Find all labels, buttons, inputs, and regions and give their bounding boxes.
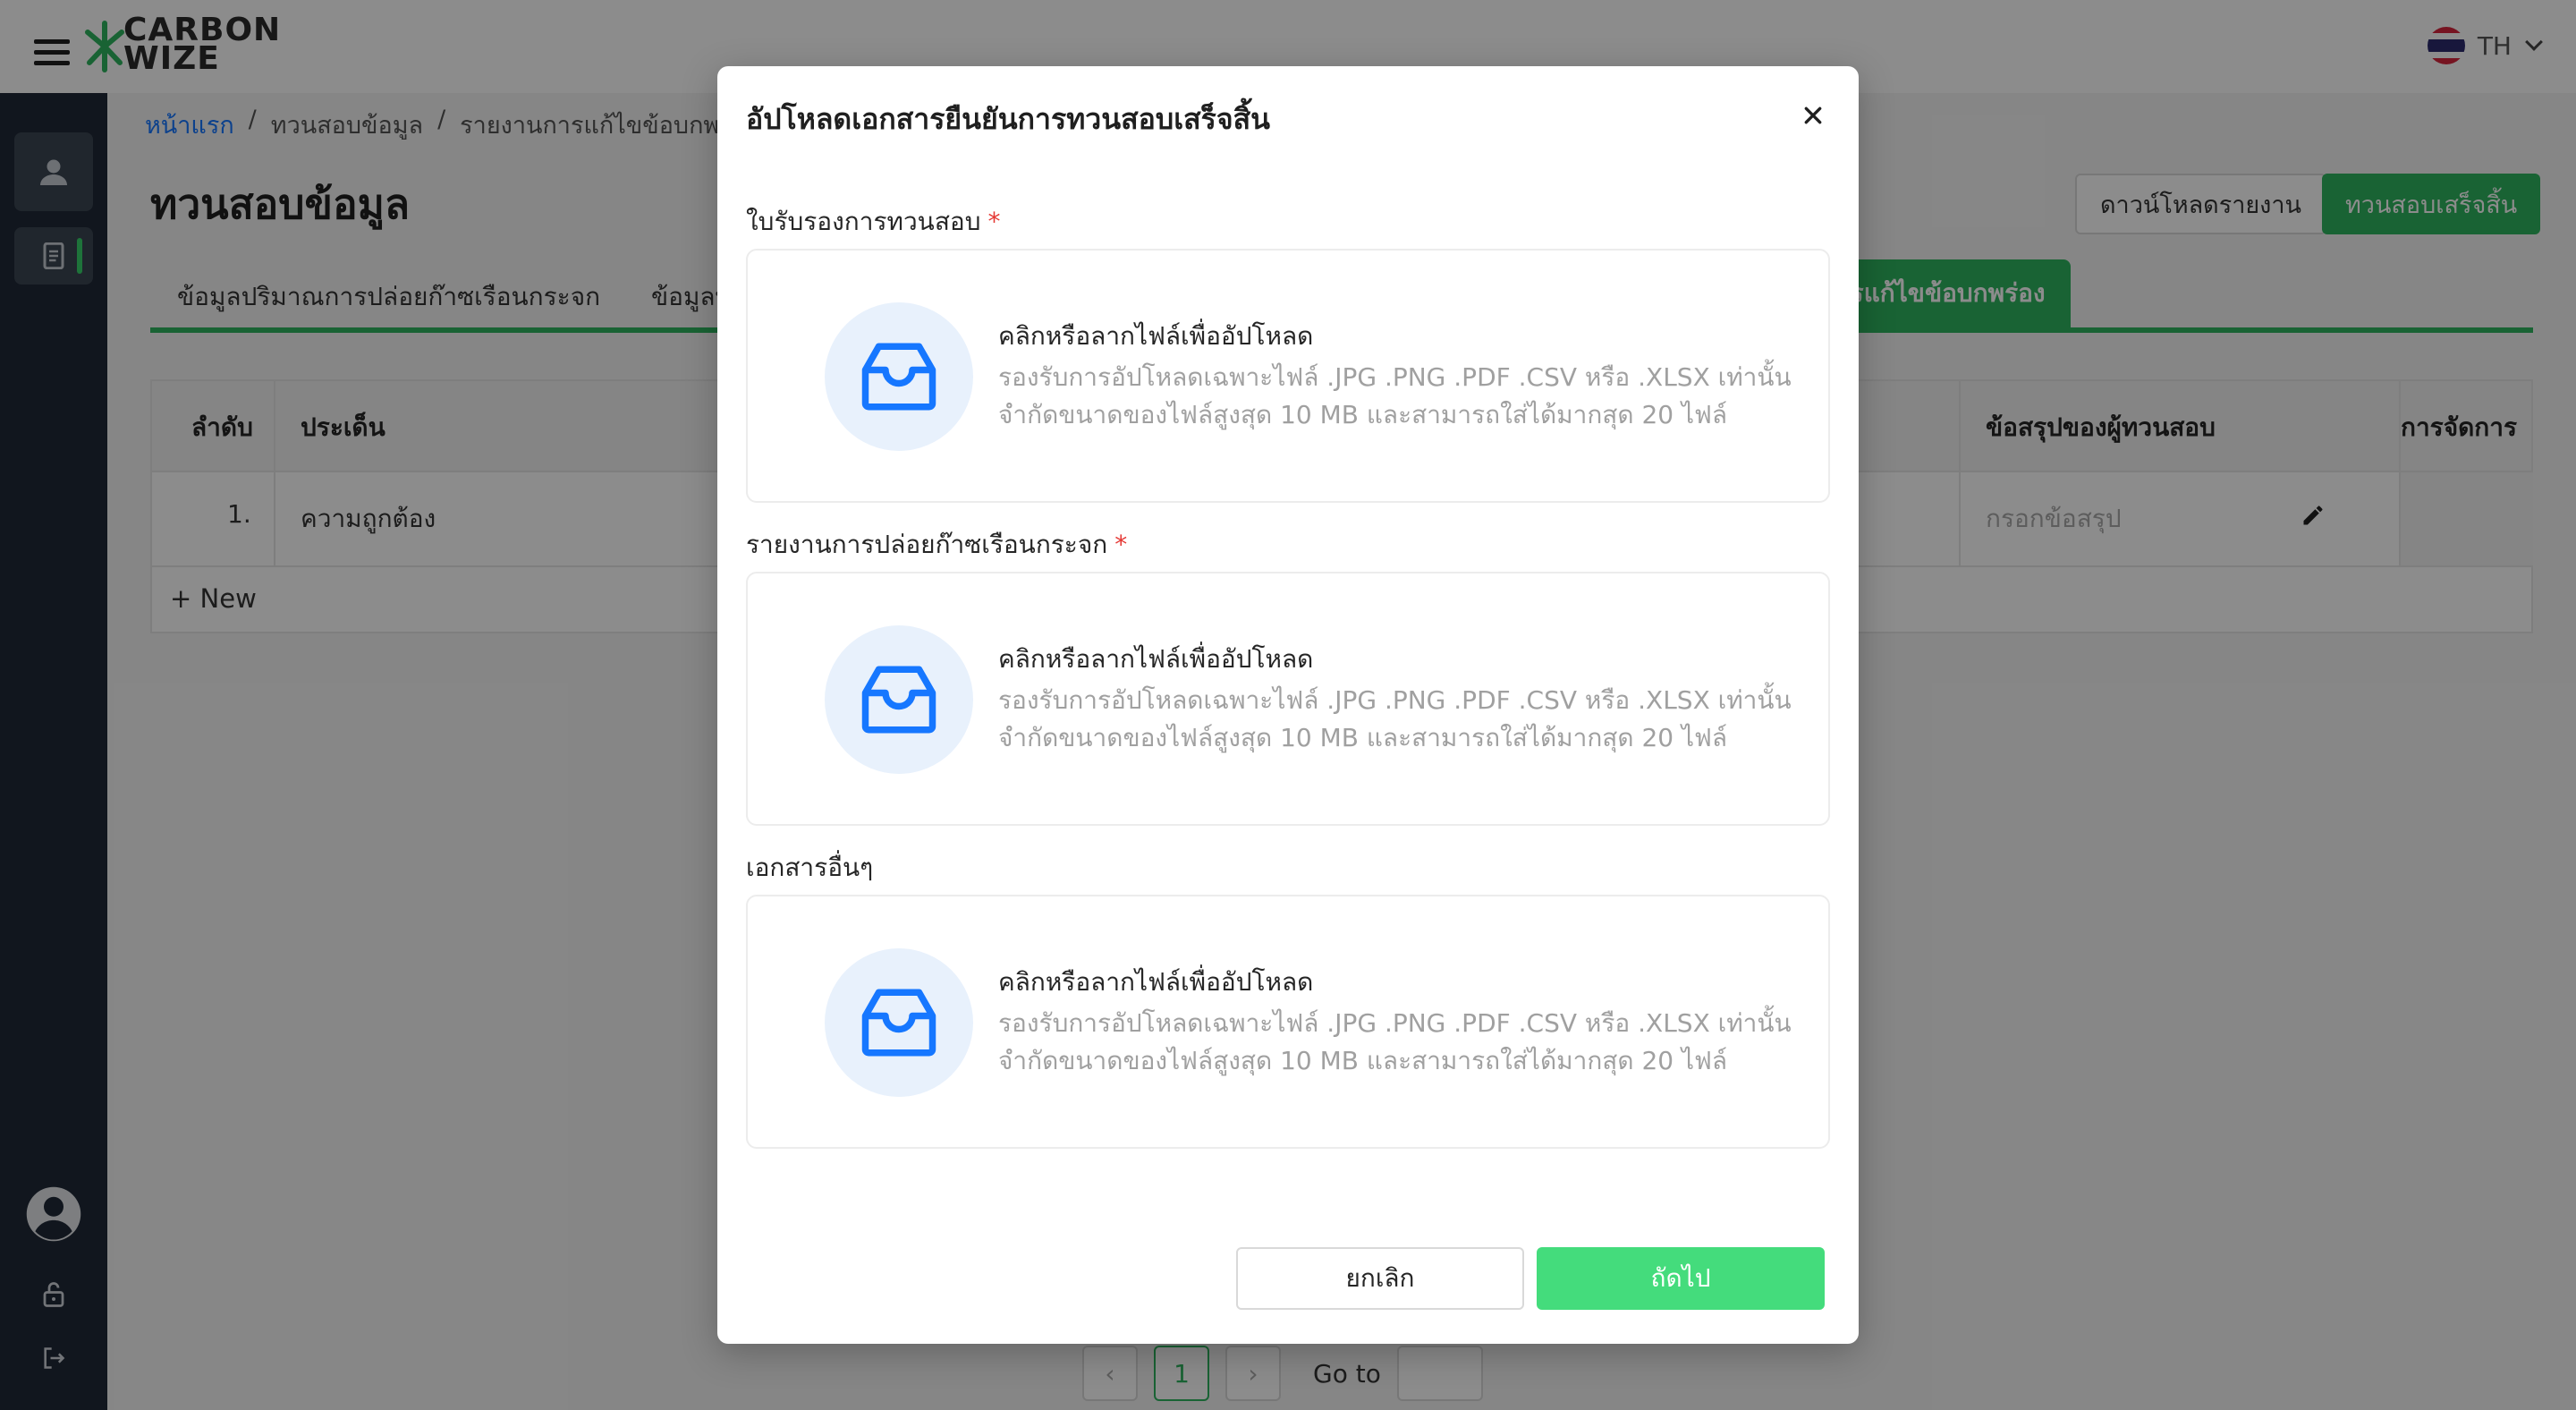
upload-hint: จำกัดขนาดของไฟล์สูงสุด 10 MB และสามารถใส… bbox=[998, 400, 1728, 429]
emissions-report-upload-dropzone[interactable]: คลิกหรือลากไฟล์เพื่ออัปโหลด รองรับการอัป… bbox=[746, 572, 1830, 826]
upload-title: คลิกหรือลากไฟล์เพื่ออัปโหลด bbox=[998, 644, 1314, 674]
inbox-icon bbox=[825, 948, 973, 1097]
upload-hint: รองรับการอัปโหลดเฉพาะไฟล์ .JPG .PNG .PDF… bbox=[998, 362, 1792, 392]
close-button[interactable] bbox=[1798, 100, 1828, 131]
inbox-icon bbox=[825, 625, 973, 774]
certificate-label: ใบรับรองการทวนสอบ * bbox=[746, 207, 1001, 236]
upload-title: คลิกหรือลากไฟล์เพื่ออัปโหลด bbox=[998, 321, 1314, 351]
upload-hint: รองรับการอัปโหลดเฉพาะไฟล์ .JPG .PNG .PDF… bbox=[998, 1008, 1792, 1038]
emissions-report-label: รายงานการปล่อยก๊าซเรือนกระจก * bbox=[746, 530, 1128, 559]
certificate-upload-dropzone[interactable]: คลิกหรือลากไฟล์เพื่ออัปโหลด รองรับการอัป… bbox=[746, 249, 1830, 503]
required-mark: * bbox=[987, 207, 1001, 236]
close-icon bbox=[1804, 106, 1822, 124]
modal-title: อัปโหลดเอกสารยืนยันการทวนสอบเสร็จสิ้น bbox=[746, 102, 1271, 136]
inbox-icon bbox=[825, 302, 973, 451]
cancel-button[interactable]: ยกเลิก bbox=[1236, 1247, 1524, 1310]
upload-modal: อัปโหลดเอกสารยืนยันการทวนสอบเสร็จสิ้น ใบ… bbox=[717, 66, 1859, 1344]
upload-hint: จำกัดขนาดของไฟล์สูงสุด 10 MB และสามารถใส… bbox=[998, 1046, 1728, 1075]
other-documents-label: เอกสารอื่นๆ bbox=[746, 853, 874, 882]
upload-hint: รองรับการอัปโหลดเฉพาะไฟล์ .JPG .PNG .PDF… bbox=[998, 685, 1792, 715]
upload-title: คลิกหรือลากไฟล์เพื่ออัปโหลด bbox=[998, 967, 1314, 997]
other-documents-upload-dropzone[interactable]: คลิกหรือลากไฟล์เพื่ออัปโหลด รองรับการอัป… bbox=[746, 895, 1830, 1149]
required-mark: * bbox=[1114, 530, 1128, 559]
upload-hint: จำกัดขนาดของไฟล์สูงสุด 10 MB และสามารถใส… bbox=[998, 723, 1728, 752]
next-button[interactable]: ถัดไป bbox=[1537, 1247, 1825, 1310]
